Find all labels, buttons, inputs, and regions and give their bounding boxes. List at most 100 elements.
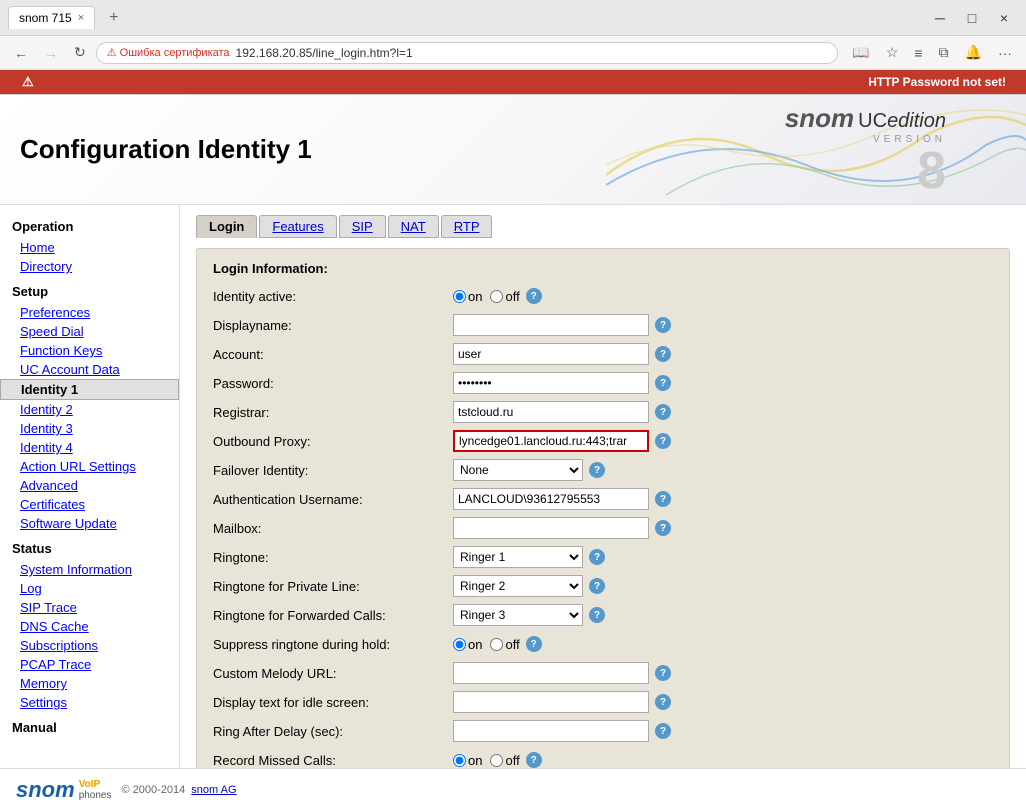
main-layout: Operation Home Directory Setup Preferenc… (0, 205, 1026, 768)
sidebar-item-subscriptions[interactable]: Subscriptions (0, 636, 179, 655)
input-custom-melody-url[interactable] (453, 662, 649, 684)
select-failover-identity[interactable]: None (453, 459, 583, 481)
field-failover-identity: Failover Identity: None ? (213, 458, 993, 482)
new-tab-btn[interactable]: + (103, 7, 124, 29)
radio-on-input[interactable] (453, 290, 466, 303)
sidebar-item-log[interactable]: Log (0, 579, 179, 598)
sidebar-item-identity-2[interactable]: Identity 2 (0, 400, 179, 419)
input-display-text-idle[interactable] (453, 691, 649, 713)
reader-view-btn[interactable]: 📖 (846, 40, 875, 65)
radio-record-missed-off-label[interactable]: off (490, 753, 519, 768)
radio-suppress-off-label[interactable]: off (490, 637, 519, 652)
radio-record-missed-on[interactable] (453, 754, 466, 767)
sidebar-item-function-keys[interactable]: Function Keys (0, 341, 179, 360)
label-password: Password: (213, 376, 453, 391)
select-ringtone-private[interactable]: Ringer 1 Ringer 2 Ringer 3 (453, 575, 583, 597)
input-registrar[interactable] (453, 401, 649, 423)
sidebar-item-identity-1[interactable]: Identity 1 (0, 379, 179, 400)
help-displayname[interactable]: ? (655, 317, 671, 333)
tab-rtp[interactable]: RTP (441, 215, 493, 238)
help-failover-identity[interactable]: ? (589, 462, 605, 478)
tab-features[interactable]: Features (259, 215, 336, 238)
input-mailbox[interactable] (453, 517, 649, 539)
help-custom-melody-url[interactable]: ? (655, 665, 671, 681)
sidebar-item-certificates[interactable]: Certificates (0, 495, 179, 514)
radio-record-missed-on-label[interactable]: on (453, 753, 482, 768)
help-suppress-ringtone[interactable]: ? (526, 636, 542, 652)
refresh-btn[interactable]: ↻ (68, 40, 92, 65)
sidebar-item-memory[interactable]: Memory (0, 674, 179, 693)
url-bar[interactable]: ⚠ Ошибка сертификата 192.168.20.85/line_… (96, 42, 839, 64)
field-displayname: Displayname: ? (213, 313, 993, 337)
sidebar-item-uc-account-data[interactable]: UC Account Data (0, 360, 179, 379)
radio-suppress-on[interactable] (453, 638, 466, 651)
sidebar-item-speed-dial[interactable]: Speed Dial (0, 322, 179, 341)
open-page-btn[interactable]: ⧉ (933, 40, 955, 65)
sidebar-item-action-url-settings[interactable]: Action URL Settings (0, 457, 179, 476)
field-identity-active: Identity active: on off ? (213, 284, 993, 308)
back-btn[interactable]: ← (8, 41, 34, 65)
sidebar-item-preferences[interactable]: Preferences (0, 303, 179, 322)
input-auth-username[interactable] (453, 488, 649, 510)
tab-login[interactable]: Login (196, 215, 257, 238)
help-mailbox[interactable]: ? (655, 520, 671, 536)
field-account: Account: ? (213, 342, 993, 366)
maximize-btn[interactable]: □ (958, 7, 986, 29)
radio-suppress-on-label[interactable]: on (453, 637, 482, 652)
help-outbound-proxy[interactable]: ? (655, 433, 671, 449)
radio-off-input[interactable] (490, 290, 503, 303)
sidebar-item-settings[interactable]: Settings (0, 693, 179, 712)
browser-tab[interactable]: snom 715 × (8, 6, 95, 29)
sidebar-item-home[interactable]: Home (0, 238, 179, 257)
tab-close-btn[interactable]: × (78, 12, 84, 24)
help-ringtone[interactable]: ? (589, 549, 605, 565)
sidebar-item-software-update[interactable]: Software Update (0, 514, 179, 533)
snom-link[interactable]: snom AG (191, 784, 236, 796)
input-account[interactable] (453, 343, 649, 365)
help-password[interactable]: ? (655, 375, 671, 391)
nav-bar: ← → ↻ ⚠ Ошибка сертификата 192.168.20.85… (0, 36, 1026, 70)
bookmark-btn[interactable]: ☆ (880, 40, 905, 65)
input-password[interactable] (453, 372, 649, 394)
help-display-text-idle[interactable]: ? (655, 694, 671, 710)
radio-off-label[interactable]: off (490, 289, 519, 304)
radio-on-label[interactable]: on (453, 289, 482, 304)
input-outbound-proxy[interactable] (453, 430, 649, 452)
sidebar-item-identity-4[interactable]: Identity 4 (0, 438, 179, 457)
help-ring-after-delay[interactable]: ? (655, 723, 671, 739)
radio-suppress-off[interactable] (490, 638, 503, 651)
help-identity-active[interactable]: ? (526, 288, 542, 304)
help-record-missed[interactable]: ? (526, 752, 542, 768)
close-btn[interactable]: × (990, 7, 1018, 29)
sidebar-item-directory[interactable]: Directory (0, 257, 179, 276)
tab-sip[interactable]: SIP (339, 215, 386, 238)
version-number: 8 (785, 145, 946, 197)
more-btn[interactable]: ··· (992, 40, 1018, 65)
minimize-btn[interactable]: ─ (926, 7, 954, 29)
help-ringtone-forwarded[interactable]: ? (589, 607, 605, 623)
input-ring-after-delay[interactable] (453, 720, 649, 742)
forward-btn[interactable]: → (38, 41, 64, 65)
help-registrar[interactable]: ? (655, 404, 671, 420)
sidebar-item-advanced[interactable]: Advanced (0, 476, 179, 495)
help-ringtone-private[interactable]: ? (589, 578, 605, 594)
profile-btn[interactable]: 🔔 (959, 40, 988, 65)
input-displayname[interactable] (453, 314, 649, 336)
sidebar-item-identity-3[interactable]: Identity 3 (0, 419, 179, 438)
sidebar-item-sip-trace[interactable]: SIP Trace (0, 598, 179, 617)
help-account[interactable]: ? (655, 346, 671, 362)
menu-btn[interactable]: ≡ (908, 40, 928, 65)
radio-record-missed-off[interactable] (490, 754, 503, 767)
field-ringtone: Ringtone: Ringer 1 Ringer 2 Ringer 3 ? (213, 545, 993, 569)
select-ringtone-forwarded[interactable]: Ringer 1 Ringer 2 Ringer 3 (453, 604, 583, 626)
control-record-missed: on off ? (453, 752, 542, 768)
copyright-text: © 2000-2014 (122, 784, 186, 796)
sidebar-item-system-information[interactable]: System Information (0, 560, 179, 579)
select-ringtone[interactable]: Ringer 1 Ringer 2 Ringer 3 (453, 546, 583, 568)
sidebar-item-pcap-trace[interactable]: PCAP Trace (0, 655, 179, 674)
sidebar-item-dns-cache[interactable]: DNS Cache (0, 617, 179, 636)
tab-nat[interactable]: NAT (388, 215, 439, 238)
help-auth-username[interactable]: ? (655, 491, 671, 507)
title-bar: snom 715 × + ─ □ × (0, 0, 1026, 36)
snom-logo-area: snom UCedition VERSION 8 (785, 103, 1006, 197)
